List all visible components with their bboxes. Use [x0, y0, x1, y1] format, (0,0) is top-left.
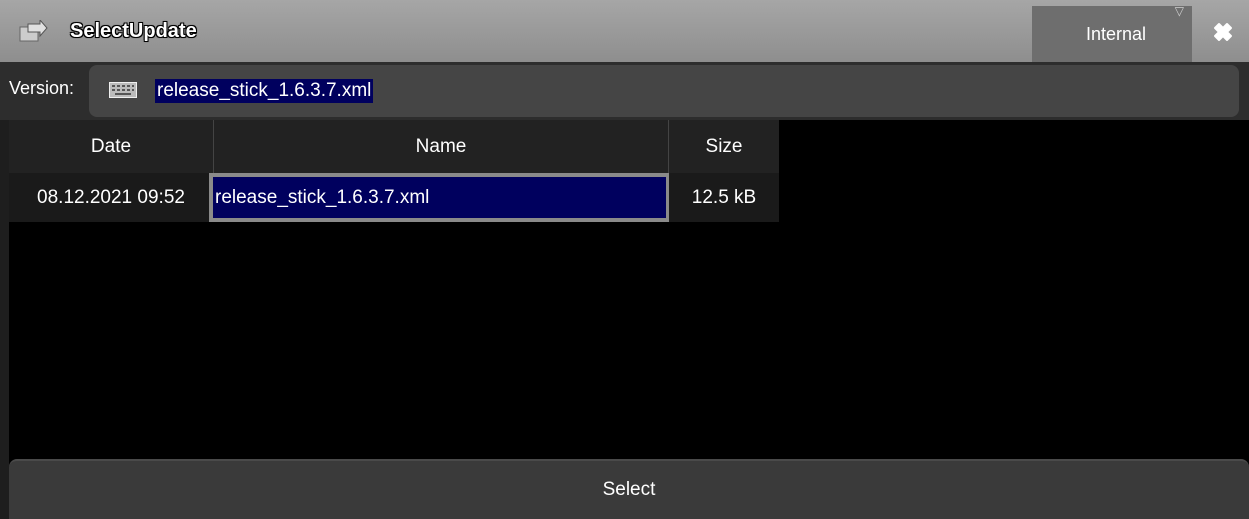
column-header-size[interactable]: Size: [669, 120, 779, 173]
version-input[interactable]: release_stick_1.6.3.7.xml: [89, 65, 1239, 117]
source-select-button[interactable]: Internal ▽: [1032, 4, 1192, 62]
dialog-title: SelectUpdate: [70, 20, 197, 42]
source-button-label: Internal: [1085, 23, 1147, 44]
select-update-dialog: SelectUpdate Internal ▽ Version: release…: [0, 0, 1249, 519]
close-icon: [1210, 19, 1236, 50]
version-label: Version:: [9, 78, 75, 98]
dropdown-arrow-icon: ▽: [1174, 4, 1184, 18]
keyboard-icon[interactable]: [109, 82, 137, 98]
title-bar: SelectUpdate Internal ▽: [0, 0, 1249, 62]
version-value: release_stick_1.6.3.7.xml: [155, 79, 374, 103]
select-button[interactable]: Select: [9, 459, 1249, 519]
column-header-date[interactable]: Date: [9, 120, 213, 173]
dialog-left-edge: [0, 120, 9, 519]
update-icon: [18, 18, 48, 44]
version-row: Version: release_stick_1.6.3.7.xml: [0, 62, 1249, 120]
cell-name[interactable]: release_stick_1.6.3.7.xml: [209, 173, 670, 222]
cell-size[interactable]: 12.5 kB: [669, 173, 779, 222]
column-header-name[interactable]: Name: [213, 120, 669, 173]
cell-date[interactable]: 08.12.2021 09:52: [9, 173, 213, 222]
close-button[interactable]: [1196, 6, 1249, 62]
